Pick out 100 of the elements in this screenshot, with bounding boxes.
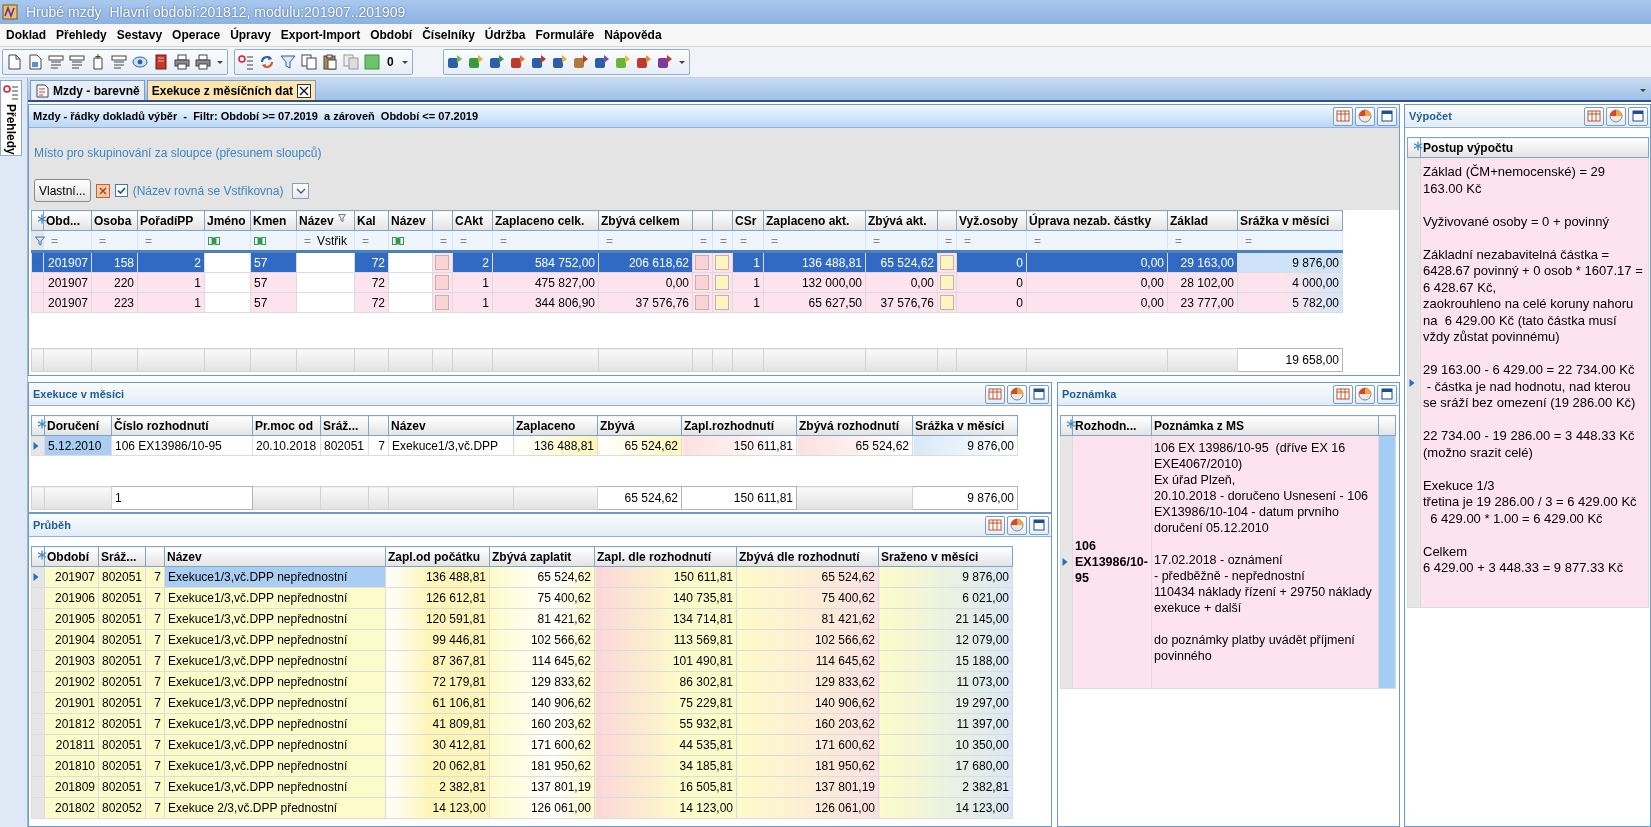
eye-icon[interactable] [132,54,148,70]
tool-icon[interactable] [635,54,652,70]
maximize-button[interactable] [1029,384,1049,404]
chart-button[interactable] [1355,106,1375,126]
columns-button[interactable] [1333,384,1353,404]
column-header[interactable] [368,415,389,436]
column-header[interactable]: PořadíPP [137,210,205,231]
tool-icon[interactable] [530,54,547,70]
column-header[interactable]: Základ [1167,210,1238,231]
column-header[interactable] [1060,415,1073,436]
column-header[interactable] [692,210,713,231]
column-header[interactable]: Sraženo v měsíci [878,546,1013,567]
column-header[interactable]: Postup výpočtu [1420,137,1649,158]
copy-icon[interactable] [301,54,317,70]
text-filter-icon[interactable] [254,236,266,245]
maximize-button[interactable] [1377,384,1397,404]
column-header[interactable]: Číslo rozhodnutí [111,415,253,436]
refresh-icon[interactable] [259,54,275,70]
column-header[interactable] [31,210,44,231]
tab[interactable]: Mzdy - barevně [30,80,145,100]
menu-item[interactable]: Přehledy [52,28,111,42]
pages-icon[interactable] [343,54,359,70]
column-header[interactable]: Název [296,210,355,231]
column-header[interactable]: Zbývá zaplatit [489,546,595,567]
column-header[interactable]: Zbývá akt. [865,210,938,231]
tool-icon[interactable] [509,54,526,70]
column-header[interactable]: Srážka v měsíci [912,415,1018,436]
column-header[interactable]: Kal [354,210,389,231]
checkbox[interactable] [114,184,128,197]
column-header[interactable] [1407,137,1421,158]
menu-item[interactable]: Úpravy [226,28,275,42]
menu-item[interactable]: Sestavy [112,28,167,42]
dropdown-button[interactable] [292,182,310,199]
text-filter-icon[interactable] [392,236,404,245]
column-header[interactable]: Jméno [204,210,251,231]
column-header[interactable]: Období [44,546,99,567]
filter-value[interactable]: Vstřik [311,233,347,248]
chart-button[interactable] [1007,384,1027,404]
list-icon[interactable] [238,54,254,70]
side-tab[interactable]: Přehledy [0,80,22,156]
tool-icon[interactable] [656,54,673,70]
tool-icon[interactable] [572,54,589,70]
column-header[interactable]: CAkt [452,210,493,231]
menu-item[interactable]: Nápověda [600,28,666,42]
form-icon[interactable] [48,54,64,70]
column-header[interactable]: Poznámka z MS [1151,415,1379,436]
tool-icon[interactable] [551,54,568,70]
table-cell[interactable]: Exekuce1/3,vč.DPP nepřednostní [164,566,386,588]
printer-icon[interactable] [174,54,190,70]
maximize-button[interactable] [1029,515,1049,535]
row-header[interactable] [31,251,44,273]
columns-button[interactable] [1584,106,1604,126]
column-header[interactable]: Zbývá [597,415,682,436]
custom-filter-button[interactable]: Vlastní... [34,179,91,202]
column-header[interactable]: Zapl.od počátku [385,546,490,567]
document-icon[interactable] [27,54,43,70]
maximize-button[interactable] [1377,106,1397,126]
caret-icon[interactable] [216,58,224,66]
new-document-icon[interactable] [6,54,22,70]
column-header[interactable]: Zaplaceno akt. [763,210,866,231]
tool-icon[interactable] [593,54,610,70]
column-header[interactable]: Zaplaceno celk. [492,210,599,231]
columns-button[interactable] [1333,106,1353,126]
menu-item[interactable]: Export-Import [276,28,365,42]
tool-icon[interactable] [446,54,463,70]
column-header[interactable]: Název [388,415,514,436]
column-header[interactable]: Zbývá rozhodnutí [796,415,913,436]
column-header[interactable]: Osoba [91,210,138,231]
tab[interactable]: Exekuce z měsíčních dat [146,80,317,100]
text-filter-icon[interactable] [208,236,220,245]
menu-item[interactable]: Doklad [2,28,50,42]
column-header[interactable]: Zaplaceno [513,415,598,436]
column-header[interactable]: Kmen [250,210,297,231]
columns-button[interactable] [985,515,1005,535]
menu-item[interactable]: Formuláře [531,28,599,42]
maximize-button[interactable] [1628,106,1648,126]
filter-icon[interactable] [280,54,296,70]
form-icon[interactable] [69,54,85,70]
close-icon[interactable] [297,83,312,98]
column-header[interactable]: Pr.moc od [252,415,321,436]
counter-value[interactable]: 0 [385,55,396,69]
column-header[interactable]: Zbývá celkem [598,210,693,231]
chart-button[interactable] [1355,384,1375,404]
column-header[interactable]: Název [388,210,433,231]
column-header[interactable] [31,546,45,567]
chart-button[interactable] [1606,106,1626,126]
column-header[interactable]: Zapl.rozhodnutí [681,415,797,436]
column-header[interactable] [432,210,453,231]
menu-item[interactable]: Číselníky [418,28,479,42]
list-icon[interactable] [111,54,127,70]
column-header[interactable]: Obd... [43,210,92,231]
filter-icon[interactable] [35,235,45,246]
row-header[interactable] [31,566,45,588]
column-header[interactable]: Sráž... [320,415,369,436]
column-header[interactable]: Sráž... [98,546,146,567]
column-header[interactable]: Název [164,546,386,567]
color-square-icon[interactable] [364,54,380,70]
column-header[interactable]: Srážka v měsíci [1237,210,1343,231]
column-header[interactable]: Úprava nezab. částky [1026,210,1168,231]
menu-item[interactable]: Operace [168,28,225,42]
